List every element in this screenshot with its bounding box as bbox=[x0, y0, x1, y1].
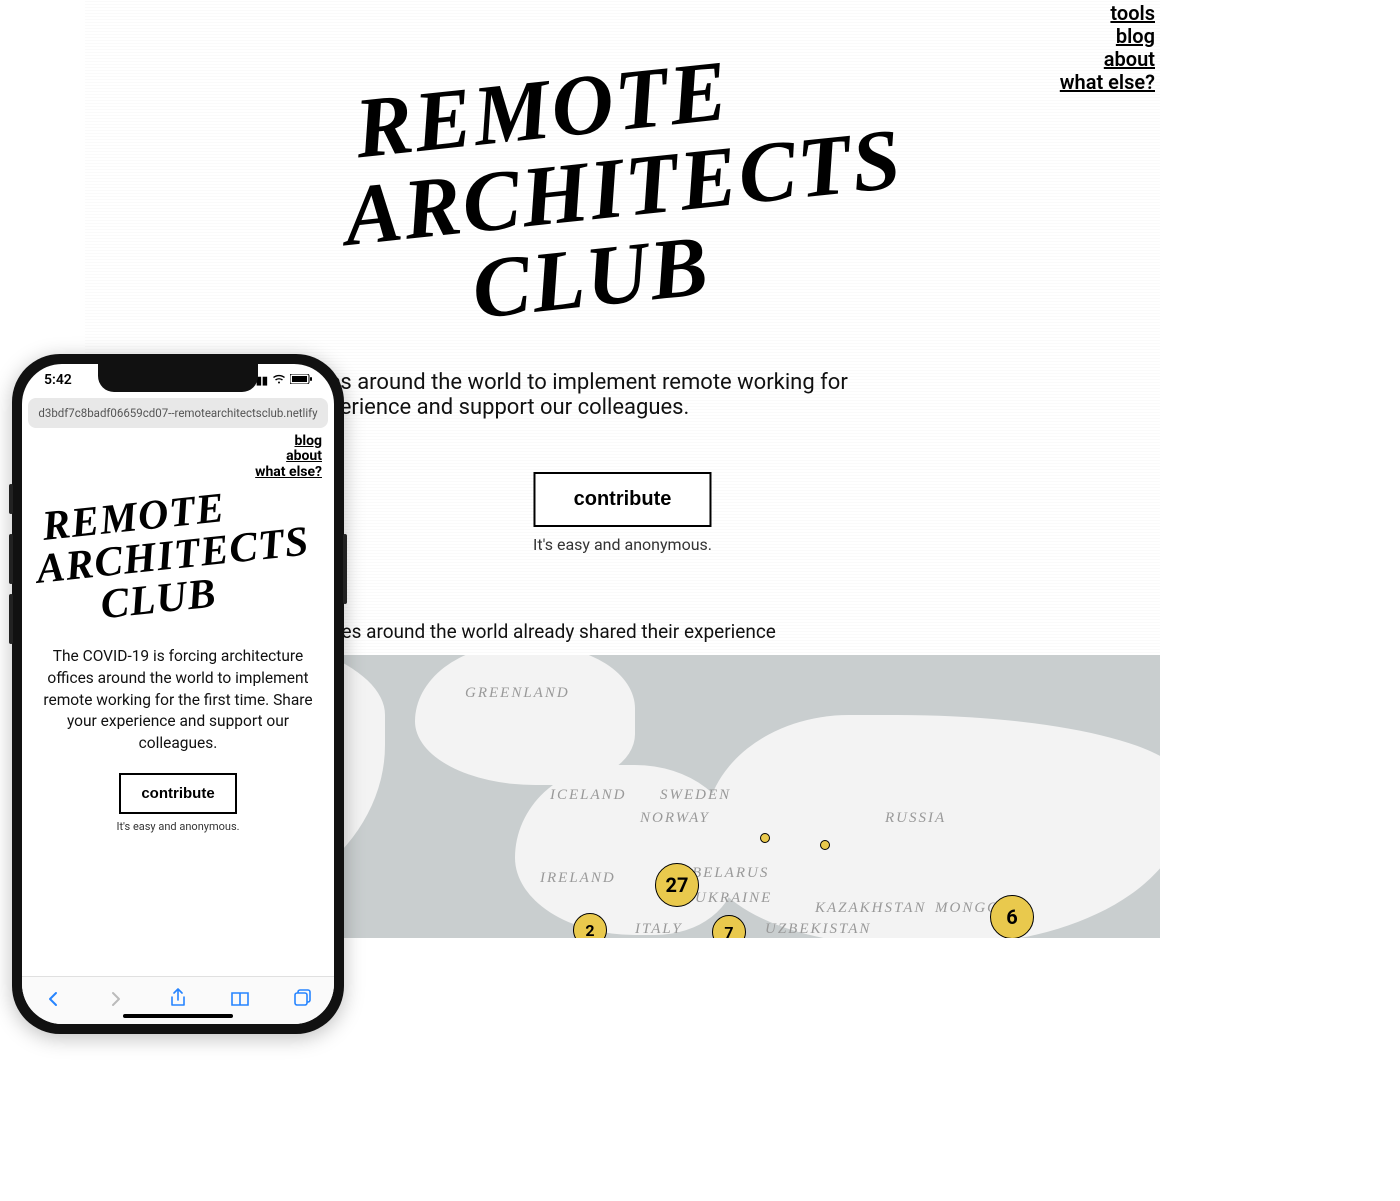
status-time: 5:42 bbox=[44, 372, 72, 388]
phone-notch bbox=[98, 364, 258, 392]
nav-link-what-else[interactable]: what else? bbox=[1060, 71, 1155, 94]
nav-link-about[interactable]: about bbox=[1060, 48, 1155, 71]
status-indicators: ▮▮▮ bbox=[250, 374, 312, 387]
map-label-iceland: ICELAND bbox=[550, 787, 627, 804]
logo-phone: REMOTE ARCHITECTS CLUB bbox=[30, 478, 328, 633]
map-cluster-pin[interactable]: 27 bbox=[655, 863, 699, 907]
nav-link-tools[interactable]: tools bbox=[1060, 2, 1155, 25]
battery-icon bbox=[290, 374, 312, 387]
map-cluster-pin[interactable]: 6 bbox=[990, 895, 1034, 938]
forward-icon[interactable] bbox=[101, 988, 131, 1013]
map-label-uzbekistan: UZBEKISTAN bbox=[765, 921, 871, 938]
phone-side-button bbox=[343, 534, 347, 604]
map-label-kazakhstan: KAZAKHSTAN bbox=[815, 900, 926, 917]
desktop-nav: tools blog about what else? bbox=[1060, 2, 1155, 94]
contribute-button[interactable]: contribute bbox=[534, 472, 712, 527]
tabs-icon[interactable] bbox=[288, 988, 318, 1013]
bookmarks-icon[interactable] bbox=[225, 988, 255, 1013]
map-label-ireland: IRELAND bbox=[540, 870, 616, 887]
map-label-belarus: BELARUS bbox=[692, 865, 769, 882]
phone-side-button bbox=[9, 484, 13, 514]
phone-nav-link-about[interactable]: about bbox=[34, 449, 322, 464]
nav-link-blog[interactable]: blog bbox=[1060, 25, 1155, 48]
phone-screen: 5:42 ▮▮▮ d3bdf7c8badf06659cd07--remotear… bbox=[22, 364, 334, 1024]
logo-desktop: REMOTE ARCHITECTS CLUB bbox=[331, 29, 915, 344]
cta-subtext: It's easy and anonymous. bbox=[533, 535, 712, 554]
map-label-greenland: GREENLAND bbox=[465, 685, 570, 702]
cta-phone: contribute It's easy and anonymous. bbox=[34, 773, 322, 833]
map-label-ukraine: UKRAINE bbox=[695, 890, 772, 907]
map-label-italy: ITALY bbox=[635, 921, 683, 938]
home-indicator bbox=[123, 1014, 233, 1018]
phone-side-button bbox=[9, 534, 13, 584]
map-label-russia: RUSSIA bbox=[885, 810, 946, 827]
map-cluster-pin[interactable]: 7 bbox=[712, 915, 746, 938]
stats-post: cities around the world already shared t… bbox=[311, 620, 775, 643]
cta-subtext-phone: It's easy and anonymous. bbox=[34, 820, 322, 833]
map-label-norway: NORWAY bbox=[640, 810, 710, 827]
phone-side-button bbox=[9, 594, 13, 644]
intro-text-phone: The COVID-19 is forcing architecture off… bbox=[34, 646, 322, 754]
cta-desktop: contribute It's easy and anonymous. bbox=[533, 472, 712, 554]
wifi-icon bbox=[272, 374, 286, 387]
phone-mockup: 5:42 ▮▮▮ d3bdf7c8badf06659cd07--remotear… bbox=[12, 354, 344, 1034]
phone-page-content: blog about what else? REMOTE ARCHITECTS … bbox=[22, 434, 334, 976]
contribute-button-phone[interactable]: contribute bbox=[119, 773, 236, 814]
url-bar[interactable]: d3bdf7c8badf06659cd07--remotearchitectsc… bbox=[28, 398, 328, 428]
share-icon[interactable] bbox=[163, 988, 193, 1014]
phone-nav: blog about what else? bbox=[34, 434, 322, 480]
map-label-sweden: SWEDEN bbox=[660, 787, 731, 804]
map-pin[interactable] bbox=[820, 840, 830, 850]
map-pin[interactable] bbox=[760, 833, 770, 843]
phone-nav-link-blog[interactable]: blog bbox=[34, 434, 322, 449]
phone-nav-link-what-else[interactable]: what else? bbox=[34, 465, 322, 480]
back-icon[interactable] bbox=[38, 988, 68, 1013]
